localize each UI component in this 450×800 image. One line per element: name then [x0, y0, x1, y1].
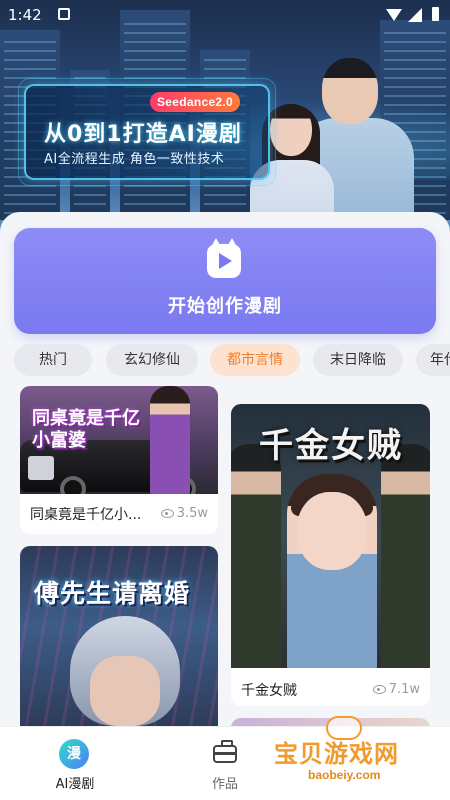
nav-label: AI漫剧: [55, 777, 95, 792]
category-tabs: 热门 玄幻修仙 都市言情 末日降临 年代: [14, 344, 450, 376]
briefcase-icon: [213, 740, 237, 763]
poster-character-face: [297, 492, 367, 570]
drama-poster: 傅先生请离婚: [20, 546, 218, 726]
play-icon: [219, 253, 232, 269]
status-time: 1:42: [8, 6, 42, 24]
category-chip-xuanhuan[interactable]: 玄幻修仙: [106, 344, 198, 376]
poster-character: [381, 444, 430, 668]
poster-character: [90, 656, 160, 726]
create-video-icon: [207, 238, 241, 278]
category-chip-urban-romance[interactable]: 都市言情: [210, 344, 300, 376]
drama-card[interactable]: 傅先生请离婚: [20, 546, 218, 726]
banner-woman-head: [270, 104, 312, 156]
start-create-label: 开始创作漫剧: [168, 296, 282, 317]
category-chip-hot[interactable]: 热门: [14, 344, 92, 376]
drama-title: 同桌竟是千亿小...: [30, 507, 142, 523]
poster-character: [231, 444, 281, 668]
banner-title: 从0到1打造AI漫剧: [44, 122, 242, 147]
nav-label: 作品: [211, 777, 238, 792]
manga-icon: 漫: [59, 739, 89, 769]
view-count: 3.5w: [160, 506, 208, 521]
hero-banner[interactable]: Seedance2.0 从0到1打造AI漫剧 AI全流程生成 角色一致性技术: [0, 0, 450, 240]
drama-feed[interactable]: 同桌竟是千亿小富婆 同桌竟是千亿小... 3.5w 傅先生请离婚 千金女贼 千金…: [0, 386, 450, 726]
watermark-text: 宝贝游戏网: [274, 740, 399, 768]
poster-character: [150, 386, 190, 494]
watermark-url: baobeiy.com: [308, 768, 381, 782]
notification-icon: [58, 8, 70, 20]
banner-badge: Seedance2.0: [150, 92, 241, 112]
nav-item-ai-manga[interactable]: 漫 AI漫剧: [25, 735, 125, 795]
eye-icon: [372, 685, 386, 694]
status-bar: 1:42: [0, 0, 450, 30]
site-watermark: 宝贝游戏网 baobeiy.com: [272, 716, 448, 796]
drama-card[interactable]: 同桌竟是千亿小富婆 同桌竟是千亿小... 3.5w: [20, 386, 218, 534]
poster-title: 傅先生请离婚: [34, 579, 191, 608]
view-count-value: 3.5w: [176, 506, 208, 521]
category-chip-era[interactable]: 年代: [416, 344, 450, 376]
drama-poster: 千金女贼: [231, 404, 430, 668]
banner-man-head: [322, 58, 378, 124]
battery-icon: [432, 7, 439, 21]
view-count: 7.1w: [372, 682, 420, 697]
signal-icon: [408, 8, 422, 22]
poster-car-grill: [28, 456, 54, 480]
drama-title: 千金女贼: [241, 683, 297, 699]
nav-item-works[interactable]: 作品: [175, 735, 275, 795]
drama-card[interactable]: 千金女贼 千金女贼 7.1w: [231, 404, 430, 706]
view-count-value: 7.1w: [388, 682, 420, 697]
poster-title: 同桌竟是千亿小富婆: [32, 408, 140, 451]
drama-poster: 同桌竟是千亿小富婆: [20, 386, 218, 494]
category-chip-apocalypse[interactable]: 末日降临: [313, 344, 403, 376]
poster-title: 千金女贼: [259, 426, 403, 466]
wifi-icon: [386, 9, 402, 21]
banner-subtitle: AI全流程生成 角色一致性技术: [44, 152, 225, 167]
eye-icon: [160, 509, 174, 518]
